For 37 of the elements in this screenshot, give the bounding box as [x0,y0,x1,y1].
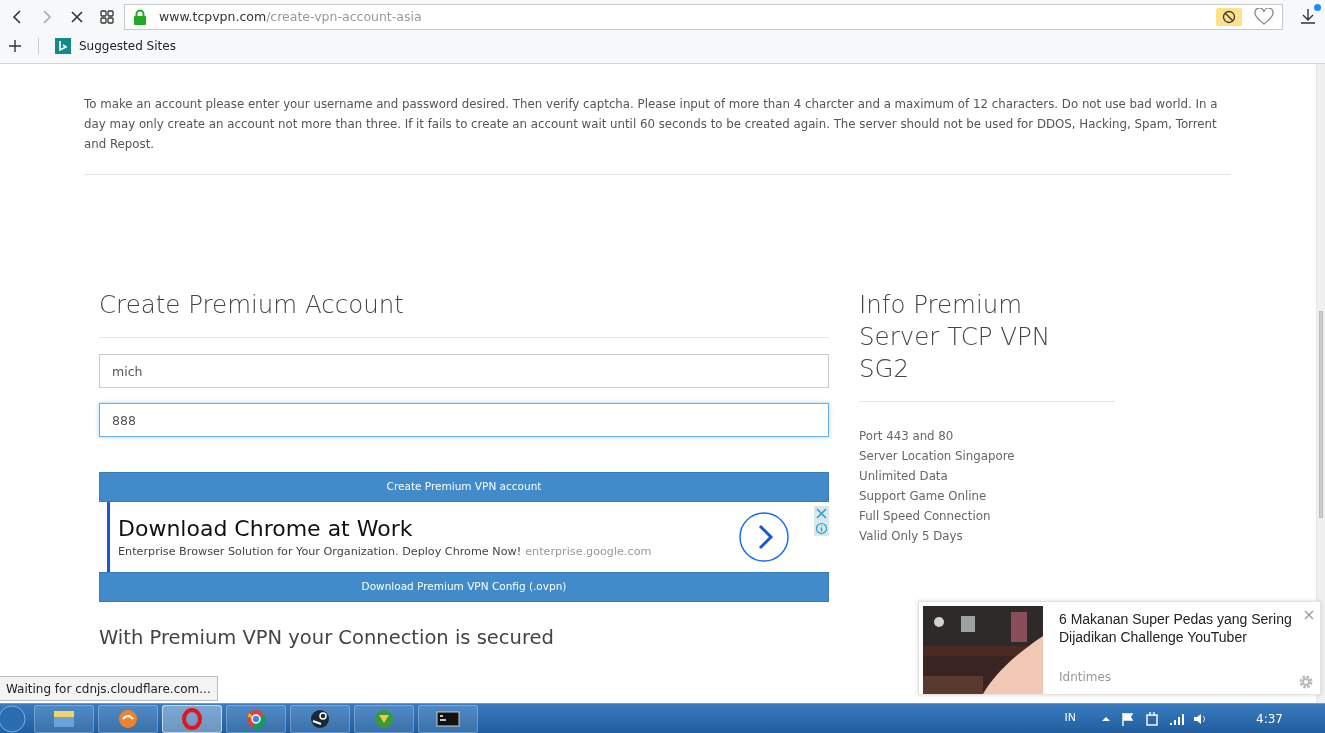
terminal-icon[interactable] [418,704,478,733]
create-account-button[interactable]: Create Premium VPN account [99,472,829,502]
block-icon[interactable] [1216,8,1242,26]
notice-text: To make an account please enter your username and password desired. Then verify captcha. Please input of more than 4 charcter and a maximum of 12 characters. Do not use bad world. In a day may only create an account not more than three. If it fails to create an account wait until 60 seconds to be created again. The server should not be used for DDOS, Hacking, Spam, Torrent and Repost. [84,64,1232,175]
add-icon[interactable] [8,39,22,53]
info-item: Full Speed Connection [859,508,992,525]
status-text: Waiting for cdnjs.cloudflare.com... [0,676,218,701]
form-heading: Create Premium Account [99,289,829,338]
notification-source: Idntimes [1059,669,1113,686]
info-item: Server Location Singapore [859,448,1016,465]
lock-icon [133,9,147,25]
notification-card[interactable]: 6 Makanan Super Pedas yang Sering Dijadikan Challenge YouTuber Idntimes [918,601,1321,695]
scrollbar[interactable] [1316,64,1325,703]
input-field[interactable]: 888 [99,403,829,437]
folder-icon[interactable] [34,704,94,733]
bookmark-link[interactable]: Suggested Sites [79,37,176,55]
info-icon[interactable] [814,521,829,536]
address-text[interactable]: www.tcpvpn.com/create-vpn-account-asia [159,7,422,27]
section-heading: With Premium VPN your Connection is secured [99,625,555,651]
download-config-button[interactable]: Download Premium VPN Config (.ovpn) [99,572,829,602]
ad-title: Download Chrome at Work [118,514,414,543]
info-item: Support Game Online [859,488,988,505]
ring-icon[interactable] [162,704,222,733]
info-item: Valid Only 5 Days [859,528,964,545]
language-indicator[interactable]: IN [1064,710,1077,727]
info-item: Port 443 and 80 [859,428,955,445]
bookmark-icon[interactable] [55,38,71,54]
ad-text: Enterprise Browser Solution for Your Organization. Deploy Chrome Now! [118,543,522,560]
input-field[interactable]: mich [99,354,829,388]
heart-icon[interactable] [1254,8,1274,26]
info-heading: Info Premium Server TCP VPN SG2 [859,289,1115,402]
clock-text[interactable]: 4:37 [1256,709,1283,728]
power-icon[interactable] [1144,710,1161,727]
ad-domain: enterprise.google.com [525,543,652,560]
ad-banner[interactable]: Download Chrome at Work Enterprise Browser Solution for Your Organization. Deploy Chrome Now! enterprise.google.com [107,502,829,572]
info-item: Unlimited Data [859,468,949,485]
notification-title[interactable]: 6 Makanan Super Pedas yang Sering Dijadikan Challenge YouTuber [1059,610,1292,646]
